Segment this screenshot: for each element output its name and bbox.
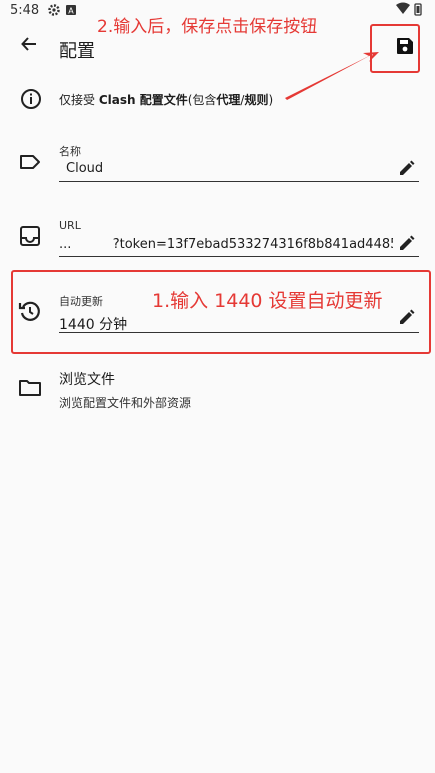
page-title: 配置 xyxy=(59,41,95,62)
info-mid: 配置文件 xyxy=(135,93,188,107)
info-icon xyxy=(19,87,43,115)
status-icons: A xyxy=(48,4,78,19)
annotation-step-1: 1.输入 1440 设置自动更新 xyxy=(152,290,383,312)
arrow-left-icon xyxy=(21,37,36,51)
info-text: 仅接受 Clash 配置文件(包含代理/规则) xyxy=(59,91,273,108)
folder-icon xyxy=(18,376,42,404)
edit-url-button[interactable] xyxy=(398,234,416,256)
url-input[interactable]: ... ?token=13f7ebad533274316f8b841ad4485 xyxy=(59,237,393,252)
info-paren-close: ) xyxy=(268,93,274,107)
browse-files-title: 浏览文件 xyxy=(59,372,115,388)
status-right-icons xyxy=(395,2,423,20)
annotation-step-2: 2.输入后，保存点击保存按钮 xyxy=(97,17,318,37)
pencil-icon xyxy=(400,160,415,175)
pencil-icon xyxy=(400,235,415,250)
annotation-arrow xyxy=(285,52,379,100)
name-underline xyxy=(59,181,419,182)
url-underline xyxy=(59,256,419,257)
browse-files-subtitle: 浏览配置文件和外部资源 xyxy=(59,396,192,410)
svg-text:A: A xyxy=(68,7,74,16)
status-time: 5:48 xyxy=(10,3,40,18)
name-input[interactable]: Cloud xyxy=(66,161,386,176)
edit-name-button[interactable] xyxy=(398,159,416,181)
info-clash: Clash xyxy=(98,93,136,107)
settings-icon: A xyxy=(48,4,76,16)
info-prefix: 仅接受 xyxy=(59,93,99,107)
tag-icon xyxy=(18,150,42,178)
info-proxy: 代理 xyxy=(216,93,241,107)
inbox-icon xyxy=(18,224,42,252)
url-label: URL xyxy=(59,219,81,232)
back-button[interactable] xyxy=(20,34,38,58)
wifi-battery-icon xyxy=(396,2,422,16)
info-rules: 规则 xyxy=(244,93,269,107)
name-label: 名称 xyxy=(59,145,81,158)
info-paren-open: (包含 xyxy=(187,93,217,107)
